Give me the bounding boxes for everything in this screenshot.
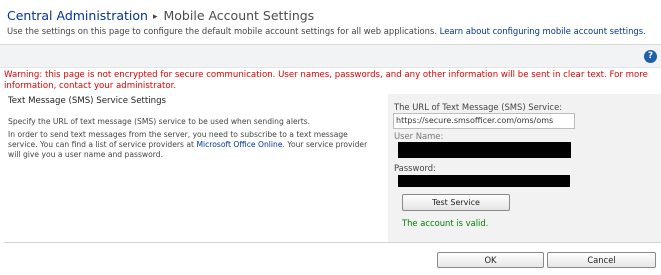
- cancel-button[interactable]: Cancel: [547, 252, 656, 268]
- password-input[interactable]: [398, 175, 570, 187]
- breadcrumb-central-administration-link[interactable]: Central Administration: [7, 8, 148, 23]
- page-description-text: Use the settings on this page to configu…: [7, 26, 437, 36]
- section-description-2: In order to send text messages from the …: [8, 130, 378, 160]
- test-service-button[interactable]: Test Service: [402, 194, 510, 211]
- sms-url-input[interactable]: https://secure.smsofficer.com/oms/oms: [393, 113, 575, 129]
- password-label: Password:: [394, 163, 436, 173]
- sms-url-label: The URL of Text Message (SMS) Service:: [394, 102, 563, 112]
- validation-status: The account is valid.: [402, 218, 489, 228]
- help-icon[interactable]: ?: [644, 50, 657, 63]
- security-warning: Warning: this page is not encrypted for …: [4, 70, 648, 91]
- section-title: Text Message (SMS) Service Settings: [8, 96, 167, 106]
- learn-more-link[interactable]: Learn about configuring mobile account s…: [440, 26, 646, 36]
- section-description-1: Specify the URL of text message (SMS) se…: [8, 117, 311, 126]
- ok-button[interactable]: OK: [437, 252, 544, 268]
- page-description: Use the settings on this page to configu…: [7, 26, 646, 36]
- username-input[interactable]: [398, 142, 571, 158]
- breadcrumb-separator-icon: ▸: [152, 12, 158, 22]
- toolbar-bar: ?: [0, 44, 661, 68]
- page-title: Mobile Account Settings: [163, 8, 315, 23]
- microsoft-office-online-link[interactable]: Microsoft Office Online: [196, 140, 282, 149]
- breadcrumb: Central Administration ▸ Mobile Account Se…: [7, 8, 314, 26]
- username-label: User Name:: [394, 131, 444, 141]
- footer-divider: [4, 242, 661, 243]
